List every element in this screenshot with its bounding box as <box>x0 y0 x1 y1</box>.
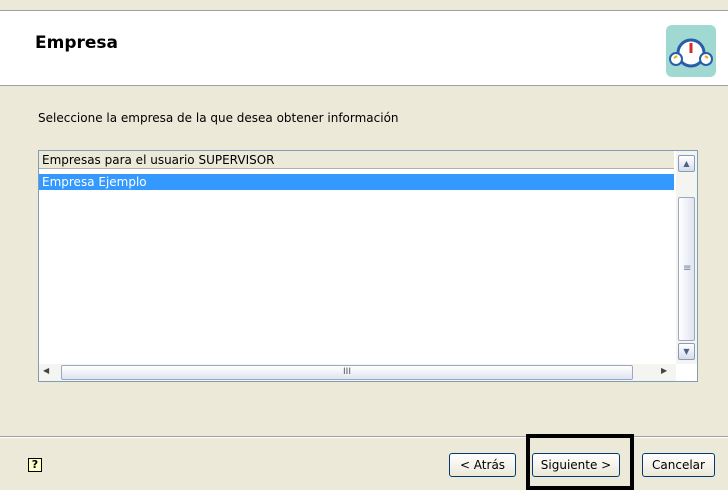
wizard-header: Empresa <box>0 11 728 86</box>
instruction-text: Seleccione la empresa de la que desea ob… <box>38 111 399 125</box>
scroll-right-icon[interactable]: ▶ <box>661 366 667 375</box>
scroll-up-button[interactable]: ▲ <box>678 155 695 172</box>
cancel-button[interactable]: Cancelar <box>642 453 715 477</box>
horizontal-scroll-thumb[interactable]: III <box>61 365 633 380</box>
scroll-left-icon[interactable]: ◀ <box>43 366 49 375</box>
footer-separator <box>0 436 728 438</box>
page-title: Empresa <box>35 33 118 53</box>
next-button[interactable]: Siguiente > <box>532 453 620 477</box>
list-item[interactable]: Empresa Ejemplo <box>39 174 674 190</box>
speedometer-icon <box>666 25 716 77</box>
window-top-border <box>0 0 728 11</box>
scroll-grip: ≡ <box>683 263 692 274</box>
scroll-down-button[interactable]: ▼ <box>678 343 695 360</box>
help-icon[interactable]: ? <box>28 458 42 472</box>
company-list[interactable]: Empresas para el usuario SUPERVISOR Empr… <box>38 150 698 382</box>
vertical-scroll-thumb[interactable]: ≡ <box>678 197 695 341</box>
back-button[interactable]: < Atrás <box>449 453 516 477</box>
horizontal-scrollbar[interactable]: ◀ III ▶ <box>39 364 676 381</box>
vertical-scrollbar[interactable]: ▲ ≡ ▼ <box>676 151 697 364</box>
list-column-header[interactable]: Empresas para el usuario SUPERVISOR <box>39 151 674 169</box>
